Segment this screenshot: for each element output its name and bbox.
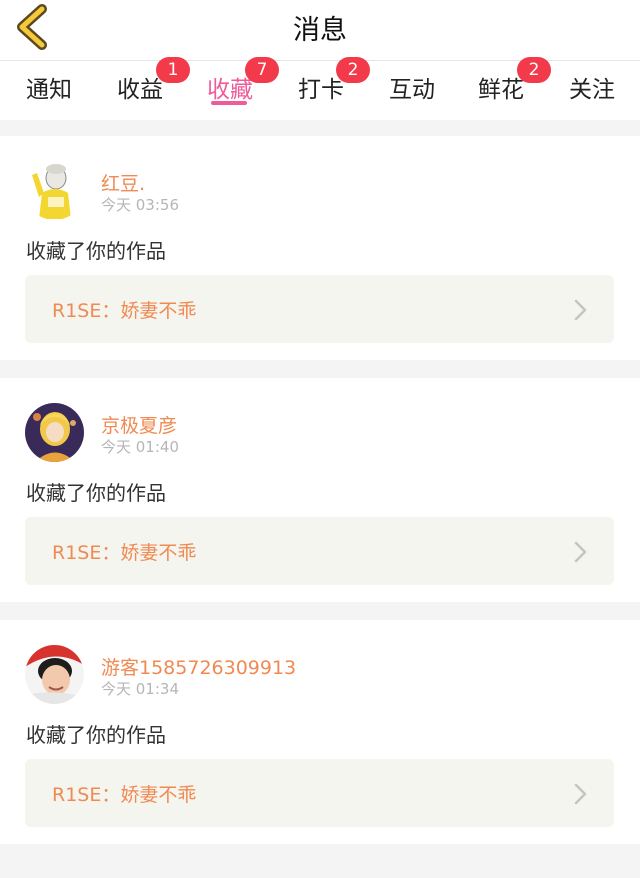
- avatar[interactable]: [25, 403, 84, 462]
- message-card: 游客1585726309913 今天 01:34 收藏了你的作品 R1SE：娇妻…: [0, 620, 640, 844]
- tab-favorites-badge: 7: [245, 57, 279, 83]
- tab-interaction[interactable]: 互动: [389, 70, 435, 103]
- chevron-right-icon: [574, 783, 587, 805]
- work-link[interactable]: R1SE：娇妻不乖: [25, 275, 614, 343]
- action-text: 收藏了你的作品: [26, 481, 166, 505]
- top-bar: 消息 通知 收益 1 收藏 7 打卡 2 互动 鲜花 2 关注: [0, 0, 640, 120]
- chevron-right-icon: [574, 299, 587, 321]
- tab-earnings-badge: 1: [156, 57, 190, 83]
- username[interactable]: 游客1585726309913: [101, 653, 296, 680]
- action-text: 收藏了你的作品: [26, 723, 166, 747]
- avatar[interactable]: [25, 645, 84, 704]
- action-text: 收藏了你的作品: [26, 239, 166, 263]
- username[interactable]: 红豆.: [101, 169, 145, 196]
- avatar[interactable]: [25, 161, 84, 220]
- tab-flowers-badge: 2: [517, 57, 551, 83]
- work-link[interactable]: R1SE：娇妻不乖: [25, 517, 614, 585]
- chevron-right-icon: [574, 541, 587, 563]
- work-title: R1SE：娇妻不乖: [52, 300, 197, 322]
- username[interactable]: 京极夏彦: [101, 411, 177, 438]
- work-title: R1SE：娇妻不乖: [52, 784, 197, 806]
- message-card: 京极夏彦 今天 01:40 收藏了你的作品 R1SE：娇妻不乖: [0, 378, 640, 602]
- timestamp: 今天 01:34: [101, 680, 179, 698]
- page-title: 消息: [293, 15, 347, 46]
- tab-checkin-badge: 2: [336, 57, 370, 83]
- work-link[interactable]: R1SE：娇妻不乖: [25, 759, 614, 827]
- work-title: R1SE：娇妻不乖: [52, 542, 197, 564]
- tab-follow[interactable]: 关注: [569, 70, 615, 103]
- timestamp: 今天 01:40: [101, 438, 179, 456]
- tab-notice[interactable]: 通知: [26, 70, 72, 103]
- active-tab-indicator: [211, 101, 247, 105]
- message-card: 红豆. 今天 03:56 收藏了你的作品 R1SE：娇妻不乖: [0, 136, 640, 360]
- timestamp: 今天 03:56: [101, 196, 179, 214]
